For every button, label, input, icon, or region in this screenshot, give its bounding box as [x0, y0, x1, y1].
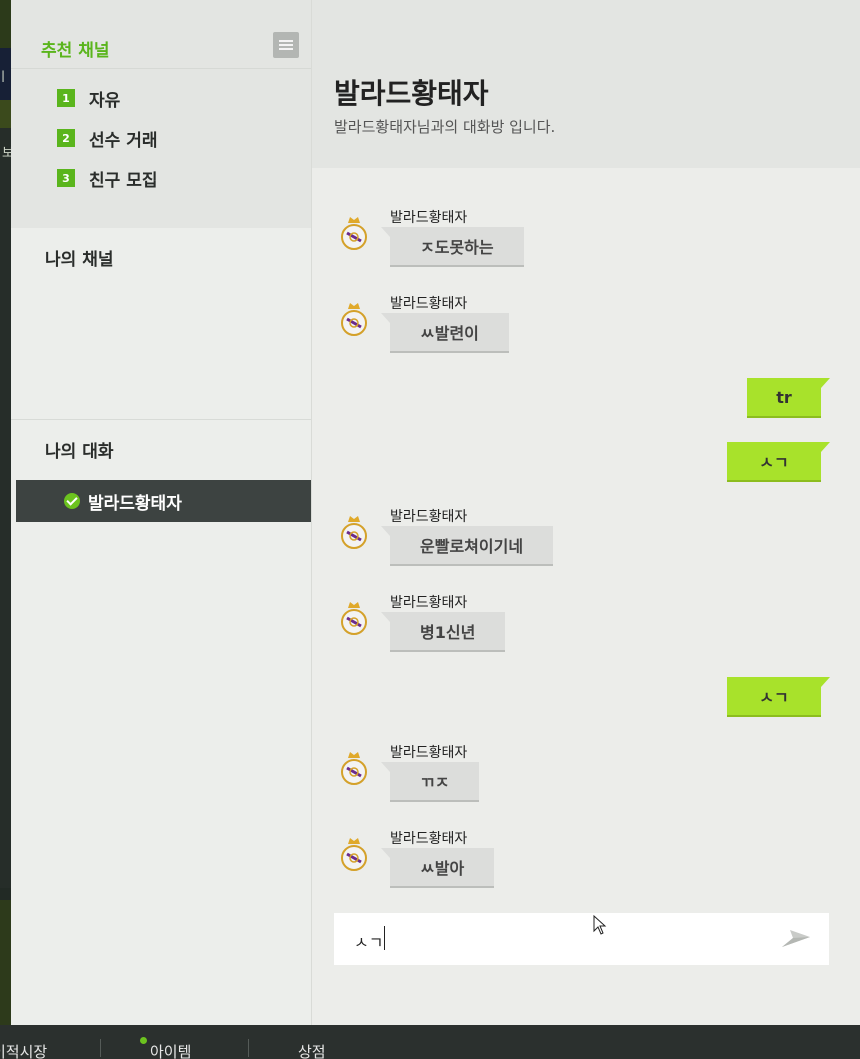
message-incoming: 발라드황태자 ㅆ발련이: [312, 293, 860, 373]
send-plane-icon[interactable]: [781, 929, 811, 949]
divider: [100, 1039, 101, 1057]
message-incoming: 발라드황태자 운빨로쳐이기네: [312, 506, 860, 586]
message-sender: 발라드황태자: [390, 296, 468, 312]
conversation-label: 발라드황태자: [88, 493, 182, 514]
club-crest-icon: [341, 303, 367, 336]
channel-number-badge: 3: [57, 169, 75, 187]
message-bubble: ㅆ발련이: [381, 313, 509, 353]
bottom-menu-shop[interactable]: 상점: [298, 1041, 326, 1059]
message-sender: 발라드황태자: [390, 745, 468, 761]
divider: [248, 1039, 249, 1057]
conversation-item-active[interactable]: 발라드황태자: [16, 480, 311, 522]
channel-number-badge: 2: [57, 129, 75, 147]
message-bubble: ㅈ도못하는: [381, 227, 524, 267]
message-outgoing-bubble: ㅅㄱ: [727, 677, 830, 717]
text-caret: [384, 926, 385, 950]
chat-header: 발라드황태자 발라드황태자님과의 대화방 입니다.: [312, 0, 860, 168]
chat-subtitle: 발라드황태자님과의 대화방 입니다.: [334, 118, 556, 136]
message-bubble: 병1신년: [380, 612, 506, 652]
recommended-channel-friends[interactable]: 3 친구 모집: [57, 167, 158, 191]
club-crest-icon: [341, 516, 367, 549]
message-sender: 발라드황태자: [390, 831, 468, 847]
message-sender: 발라드황태자: [390, 509, 468, 525]
notification-dot: [140, 1037, 147, 1044]
mouse-cursor-icon: [593, 915, 607, 935]
club-crest-icon: [341, 602, 367, 635]
channel-label: 친구 모집: [89, 170, 158, 191]
bottom-menu-bar: 이적시장 아이템 상점: [0, 1025, 860, 1059]
message-bubble: ㅆ발아: [380, 848, 495, 888]
channel-label: 자유: [89, 90, 121, 111]
message-sender: 발라드황태자: [390, 595, 468, 611]
message-incoming: 발라드황태자 ㅆ발아: [312, 828, 860, 908]
channel-number-badge: 1: [57, 89, 75, 107]
recommended-channels-section: 추천 채널 1 자유 2 선수 거래 3 친구 모집: [11, 0, 311, 228]
message-outgoing-bubble: ㅅㄱ: [727, 442, 830, 482]
message-input-value: ㅅㄱ: [354, 933, 384, 952]
message-bubble: ㄲㅈ: [380, 762, 480, 802]
message-outgoing-bubble: tr: [747, 378, 830, 418]
chat-panel: 발라드황태자 발라드황태자님과의 대화방 입니다. 발라드황태자 ㅈ도못하는 발…: [311, 0, 860, 1025]
my-channels-title: 나의 채널: [45, 250, 114, 270]
hamburger-menu-icon[interactable]: [273, 32, 299, 58]
message-input[interactable]: ㅅㄱ: [334, 913, 829, 965]
chat-title: 발라드황태자: [334, 77, 489, 110]
message-incoming: 발라드황태자 병1신년: [312, 592, 860, 672]
club-crest-icon: [341, 217, 367, 250]
message-incoming: 발라드황태자 ㅈ도못하는: [312, 207, 860, 287]
club-crest-icon: [341, 752, 367, 785]
bottom-menu-transfer-market[interactable]: 이적시장: [0, 1041, 47, 1059]
divider: [11, 68, 311, 69]
background-text: ㅣ: [0, 70, 9, 85]
background-game-strip: ㅣ 보: [0, 0, 14, 1025]
message-bubble: 운빨로쳐이기네: [380, 526, 554, 566]
channel-sidebar: 추천 채널 1 자유 2 선수 거래 3 친구 모집 나의 채널 나의 대화 발…: [11, 0, 311, 1025]
channel-label: 선수 거래: [89, 130, 158, 151]
divider: [11, 419, 311, 420]
club-crest-icon: [341, 838, 367, 871]
my-conversations-title: 나의 대화: [45, 442, 114, 462]
check-circle-icon: [64, 493, 80, 509]
bottom-menu-items[interactable]: 아이템: [150, 1041, 191, 1059]
recommended-channel-free[interactable]: 1 자유: [57, 87, 121, 111]
message-sender: 발라드황태자: [390, 210, 468, 226]
recommended-channels-title: 추천 채널: [41, 41, 110, 61]
recommended-channel-trade[interactable]: 2 선수 거래: [57, 127, 158, 151]
message-incoming: 발라드황태자 ㄲㅈ: [312, 742, 860, 822]
